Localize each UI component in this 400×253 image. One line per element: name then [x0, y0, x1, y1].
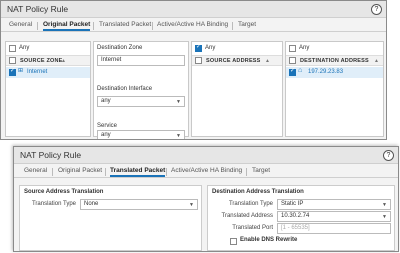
dat-translated-port-input[interactable]: [1 - 65535] [277, 223, 391, 234]
chevron-down-icon: ▼ [189, 202, 194, 208]
dat-translated-address-select[interactable]: 10.30.2.74 ▼ [277, 211, 391, 222]
tab-original-packet[interactable]: Original Packet [58, 167, 102, 174]
tab-ha-binding[interactable]: Active/Active HA Binding [171, 167, 242, 174]
sort-asc-icon[interactable]: ▲ [265, 58, 270, 64]
dat-translation-type-label: Translation Type [228, 201, 273, 207]
chevron-down-icon: ▼ [382, 214, 387, 220]
dat-translation-type-select[interactable]: Static IP ▼ [277, 199, 391, 210]
dialog-titlebar: NAT Policy Rule ? [1, 1, 386, 18]
help-icon[interactable]: ? [371, 4, 382, 15]
dialog-titlebar: NAT Policy Rule ? [14, 147, 398, 164]
tab-translated-packet[interactable]: Translated Packet [99, 21, 151, 28]
service-select[interactable]: any ▼ [97, 130, 185, 139]
enable-dns-rewrite-checkbox[interactable] [230, 238, 237, 245]
service-label: Service [97, 123, 118, 129]
address-icon: ⌂ [298, 67, 303, 74]
source-zone-any-checkbox[interactable] [9, 45, 16, 52]
destination-address-any-label: Any [299, 45, 310, 51]
enable-dns-rewrite-label: Enable DNS Rewrite [240, 237, 298, 243]
dat-translated-address-label: Translated Address [221, 213, 273, 219]
source-address-any-checkbox[interactable] [195, 43, 202, 52]
destination-address-any-checkbox[interactable] [289, 45, 296, 52]
source-address-translation-section: Source Address Translation Translation T… [19, 185, 202, 251]
help-icon[interactable]: ? [383, 150, 394, 161]
chevron-down-icon: ▼ [176, 133, 181, 139]
nat-policy-dialog-translated: NAT Policy Rule ? General Original Packe… [13, 146, 399, 252]
destination-address-row[interactable]: 197.29.23.83 [308, 69, 343, 75]
tab-target[interactable]: Target [238, 21, 256, 28]
destination-address-translation-section: Destination Address Translation Translat… [207, 185, 395, 251]
tab-original-packet[interactable]: Original Packet [43, 21, 91, 31]
dat-translated-port-label: Translated Port [232, 225, 273, 231]
source-address-any-label: Any [205, 45, 216, 51]
sat-translation-type-label: Translation Type [31, 201, 76, 207]
source-address-select-all-checkbox[interactable] [195, 57, 202, 64]
tab-general[interactable]: General [24, 167, 47, 174]
dialog-title: NAT Policy Rule [20, 150, 82, 160]
destination-address-row-checkbox[interactable] [289, 67, 296, 76]
destination-settings-panel: Destination Zone Internet Destination In… [93, 41, 189, 139]
dialog-title: NAT Policy Rule [7, 4, 69, 14]
tab-bar: General Original Packet Translated Packe… [14, 164, 398, 178]
source-address-header[interactable]: SOURCE ADDRESS [206, 58, 261, 64]
destination-address-header[interactable]: DESTINATION ADDRESS [300, 58, 369, 64]
sat-translation-type-select[interactable]: None ▼ [80, 199, 198, 210]
chevron-down-icon: ▼ [176, 99, 181, 105]
tab-general[interactable]: General [9, 21, 32, 28]
chevron-down-icon: ▼ [382, 202, 387, 208]
tab-ha-binding[interactable]: Active/Active HA Binding [157, 21, 228, 28]
source-zone-row-internet[interactable]: Internet [27, 69, 47, 75]
sat-title: Source Address Translation [24, 189, 104, 195]
destination-interface-label: Destination Interface [97, 86, 153, 92]
destination-zone-select[interactable]: Internet [97, 55, 185, 66]
source-zone-row-checkbox[interactable] [9, 67, 16, 76]
source-zone-select-all-checkbox[interactable] [9, 57, 16, 64]
source-zone-header[interactable]: SOURCE ZONE [20, 58, 63, 64]
tab-bar: General Original Packet Translated Packe… [1, 18, 386, 32]
nat-policy-dialog-original: NAT Policy Rule ? General Original Packe… [0, 0, 387, 140]
destination-interface-select[interactable]: any ▼ [97, 96, 185, 107]
source-address-panel: Any SOURCE ADDRESS ▲ [191, 41, 283, 137]
dat-title: Destination Address Translation [212, 189, 304, 195]
destination-zone-label: Destination Zone [97, 45, 143, 51]
source-zone-panel: Any SOURCE ZONE ▲ ⊞ Internet [5, 41, 91, 137]
sort-asc-icon[interactable]: ▲ [374, 58, 379, 64]
sort-asc-icon[interactable]: ▲ [61, 58, 66, 64]
tab-translated-packet[interactable]: Translated Packet [110, 167, 166, 177]
destination-address-select-all-checkbox[interactable] [289, 57, 296, 64]
destination-address-panel: Any DESTINATION ADDRESS ▲ ⌂ 197.29.23.83 [285, 41, 384, 137]
tab-target[interactable]: Target [252, 167, 270, 174]
zone-icon: ⊞ [18, 68, 24, 74]
source-zone-any-label: Any [19, 45, 30, 51]
